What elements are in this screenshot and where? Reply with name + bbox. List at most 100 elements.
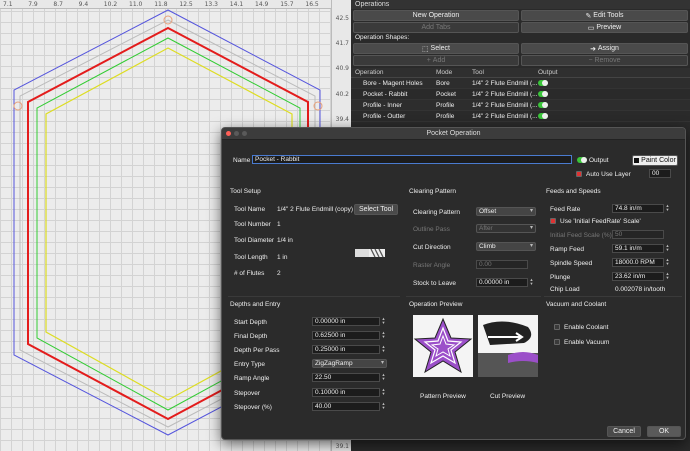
table-row[interactable]: Bore - Magent Holes Bore 1/4" 2 Flute En… <box>351 78 690 89</box>
depth-per-pass-stepper[interactable]: ▲ ▼ <box>381 345 386 354</box>
stepover-percent-stepper[interactable]: ▲ ▼ <box>381 402 386 411</box>
tool-length-value: 1 in <box>277 254 288 261</box>
preview-button[interactable]: ▭ Preview <box>521 22 688 33</box>
final-depth-label: Final Depth <box>234 333 268 340</box>
col-mode: Mode <box>436 69 453 76</box>
operation-preview-title: Operation Preview <box>409 301 463 308</box>
start-depth-stepper[interactable]: ▲ ▼ <box>381 317 386 326</box>
table-row[interactable]: Profile - Inner Profile 1/4" 2 Flute End… <box>351 100 690 111</box>
cut-direction-select[interactable]: Climb <box>476 242 536 251</box>
row-mode: Pocket <box>436 90 456 98</box>
pattern-preview-image[interactable] <box>413 315 473 377</box>
enable-coolant-checkbox[interactable] <box>554 324 560 330</box>
close-window-icon[interactable] <box>226 131 231 136</box>
tool-diameter-value: 1/4 in <box>277 237 293 244</box>
stepover-stepper[interactable]: ▲ ▼ <box>381 388 386 397</box>
start-depth-label: Start Depth <box>234 319 267 326</box>
row-tool: 1/4" 2 Flute Endmill (... <box>472 112 538 120</box>
output-toggle[interactable] <box>538 91 548 97</box>
maximize-window-icon[interactable] <box>242 131 247 136</box>
stepover-percent-input[interactable]: 40.00 <box>312 402 380 411</box>
table-row[interactable]: Pocket - Rabbit Pocket 1/4" 2 Flute Endm… <box>351 89 690 100</box>
color-swatch-icon <box>634 158 640 163</box>
cancel-button[interactable]: Cancel <box>607 426 641 437</box>
remove-shape-button[interactable]: − Remove <box>521 55 688 66</box>
enable-vacuum-checkbox[interactable] <box>554 339 560 345</box>
paint-color-button[interactable]: Paint Color <box>632 155 678 166</box>
vacuum-coolant-title: Vacuum and Coolant <box>546 301 607 308</box>
col-operation: Operation <box>355 69 384 76</box>
final-depth-input[interactable]: 0.62500 in <box>312 331 380 340</box>
ruler-tick-label: 8.7 <box>53 1 63 8</box>
dialog-title: Pocket Operation <box>426 130 481 137</box>
tool-diameter-label: Tool Diameter <box>234 237 275 244</box>
depths-entry-title: Depths and Entry <box>230 301 281 308</box>
ruler-tick-label: 39.1 <box>335 443 349 450</box>
name-label: Name <box>233 157 251 164</box>
spindle-speed-stepper[interactable]: ▲ ▼ <box>665 258 670 267</box>
add-tabs-button[interactable]: Add Tabs <box>353 22 519 33</box>
table-row[interactable]: Profile - Outter Profile 1/4" 2 Flute En… <box>351 111 690 122</box>
feed-rate-input[interactable]: 74.8 in/m <box>612 204 664 213</box>
minimize-window-icon[interactable] <box>234 131 239 136</box>
feed-rate-stepper[interactable]: ▲ ▼ <box>665 204 670 213</box>
cut-preview-image[interactable] <box>478 315 538 377</box>
initial-feed-scale-label: Initial Feed Scale (%) <box>550 232 612 239</box>
output-toggle[interactable] <box>538 113 548 119</box>
row-tool: 1/4" 2 Flute Endmill (... <box>472 90 538 98</box>
use-initial-feedrate-checkbox[interactable] <box>550 218 556 224</box>
output-toggle[interactable] <box>538 80 548 86</box>
name-input[interactable]: Pocket - Rabbit <box>252 155 572 164</box>
entry-type-select[interactable]: ZigZagRamp <box>312 359 387 368</box>
enable-coolant-label: Enable Coolant <box>564 324 609 331</box>
edit-tools-button[interactable]: ✎ Edit Tools <box>521 10 688 21</box>
raster-angle-input[interactable]: 0.00 <box>476 260 528 269</box>
feeds-speeds-title: Feeds and Speeds <box>546 188 601 195</box>
ok-button[interactable]: OK <box>647 426 681 437</box>
final-depth-stepper[interactable]: ▲ ▼ <box>381 331 386 340</box>
stepover-input[interactable]: 0.10000 in <box>312 388 380 397</box>
ramp-angle-label: Ramp Angle <box>234 375 270 382</box>
row-tool: 1/4" 2 Flute Endmill (... <box>472 101 538 109</box>
plunge-input[interactable]: 23.62 in/m <box>612 272 664 281</box>
select-label: Select <box>430 45 451 52</box>
select-button[interactable]: ⬚ Select <box>353 43 519 54</box>
ruler-tick-label: 13.3 <box>204 1 218 8</box>
ramp-feed-stepper[interactable]: ▲ ▼ <box>665 244 670 253</box>
table-header: Operation Mode Tool Output <box>351 68 690 78</box>
auto-use-layer-checkbox[interactable] <box>576 171 582 177</box>
assign-button[interactable]: ➜ Assign <box>521 43 688 54</box>
ruler-tick-label: 9.4 <box>78 1 89 8</box>
ramp-angle-input[interactable]: 22.50 <box>312 373 380 382</box>
use-initial-feedrate-label: Use 'Initial FeedRate' Scale' <box>560 218 641 225</box>
ramp-feed-input[interactable]: 59.1 in/m <box>612 244 664 253</box>
col-output: Output <box>538 69 558 76</box>
output-toggle[interactable] <box>577 157 587 163</box>
new-operation-button[interactable]: New Operation <box>353 10 519 21</box>
ruler-tick-label: 11.8 <box>154 1 168 8</box>
add-shape-button[interactable]: + Add <box>353 55 519 66</box>
row-mode: Profile <box>436 101 455 109</box>
initial-feed-scale-input[interactable]: 50 <box>612 230 664 239</box>
spindle-speed-input[interactable]: 18000.0 RPM <box>612 258 664 267</box>
wrench-icon: ✎ <box>585 12 594 20</box>
select-tool-button[interactable]: Select Tool <box>354 204 398 215</box>
operations-table: Operation Mode Tool Output Bore - Magent… <box>351 68 690 122</box>
start-depth-input[interactable]: 0.00000 in <box>312 317 380 326</box>
stock-to-leave-input[interactable]: 0.00000 in <box>476 278 528 287</box>
operation-shapes-label: Operation Shapes: <box>355 34 410 41</box>
layer-field[interactable]: 00 <box>649 169 671 178</box>
ramp-angle-stepper[interactable]: ▲ ▼ <box>381 373 386 382</box>
row-mode: Profile <box>436 112 455 120</box>
spindle-speed-label: Spindle Speed <box>550 260 593 267</box>
clearing-pattern-title: Clearing Pattern <box>409 188 456 195</box>
output-toggle[interactable] <box>538 102 548 108</box>
flutes-label: # of Flutes <box>234 270 265 277</box>
plunge-stepper[interactable]: ▲ ▼ <box>665 272 670 281</box>
raster-angle-label: Raster Angle <box>413 262 451 269</box>
stock-to-leave-stepper[interactable]: ▲ ▼ <box>529 278 534 287</box>
clearing-pattern-select[interactable]: Offset <box>476 207 536 216</box>
remove-label: Remove <box>594 57 621 64</box>
outline-pass-select[interactable]: After <box>476 224 536 233</box>
depth-per-pass-input[interactable]: 0.25000 in <box>312 345 380 354</box>
